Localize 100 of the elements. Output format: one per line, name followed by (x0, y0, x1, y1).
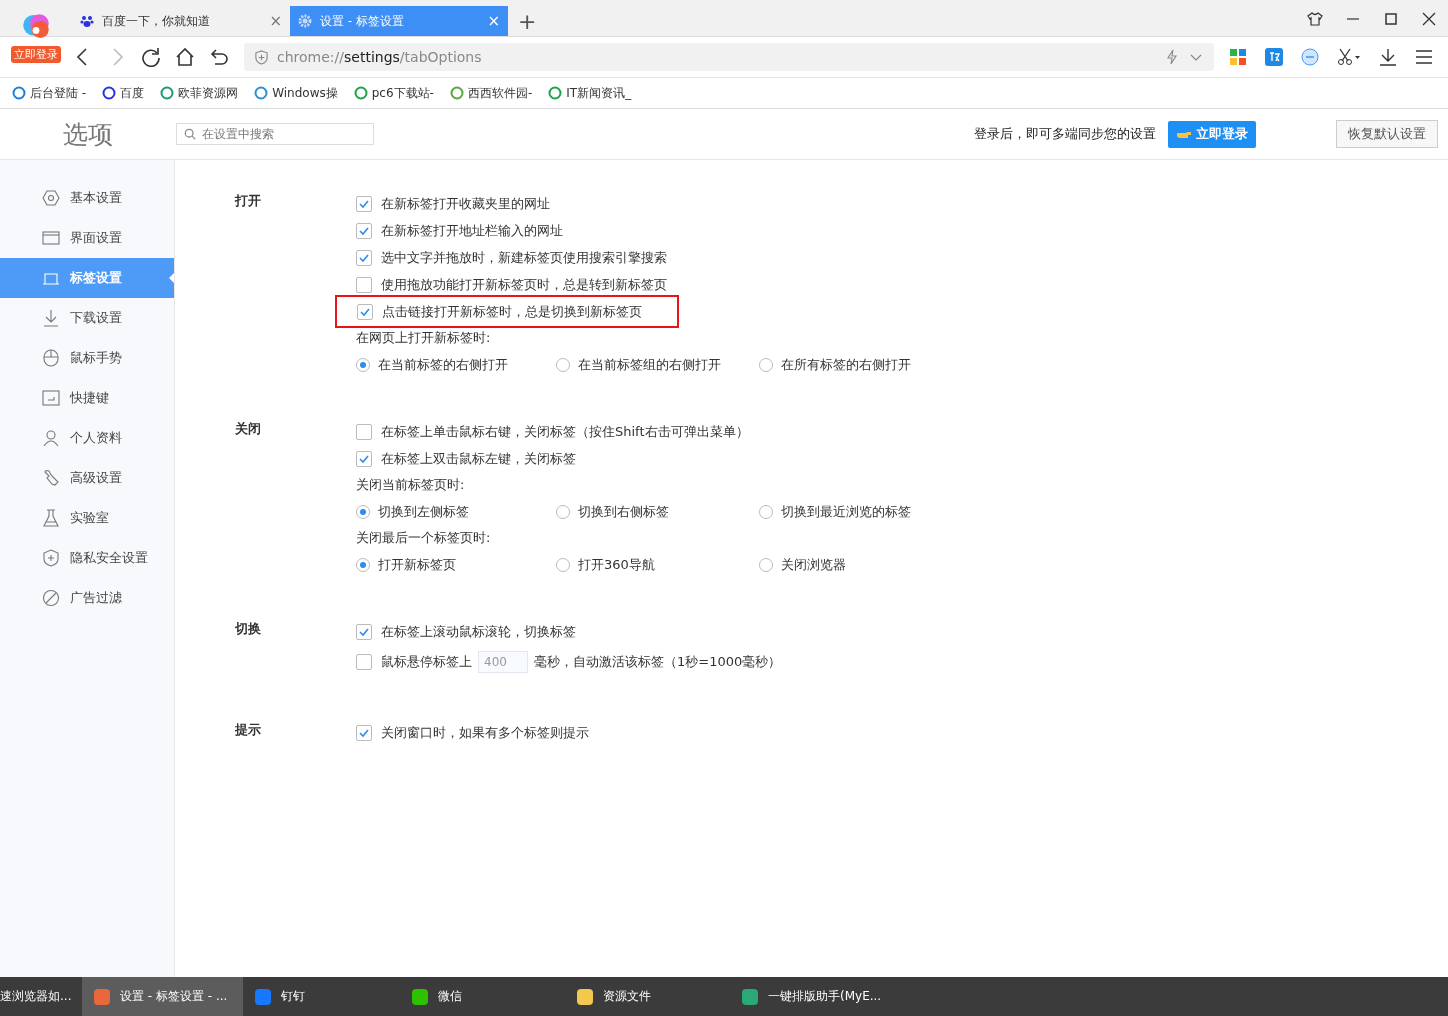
tab-title: 设置 - 标签设置 (320, 12, 405, 30)
menu-icon[interactable] (1415, 48, 1433, 66)
mouse-icon (42, 349, 60, 367)
checkbox[interactable] (356, 195, 372, 212)
bookmark-favicon-icon (102, 86, 117, 100)
bookmark-favicon-icon (548, 86, 563, 100)
checkbox[interactable] (356, 276, 372, 293)
bookmark-favicon-icon (449, 86, 464, 100)
bookmark-link[interactable]: 欧菲资源网 (160, 84, 239, 102)
section-title: 提示 (235, 721, 262, 739)
option-label: 切换到左侧标签 (378, 502, 469, 521)
person-icon (42, 429, 60, 447)
minus-circle-icon[interactable] (1301, 48, 1319, 66)
app-icon (92, 986, 112, 1007)
bookmark-favicon-icon (160, 86, 175, 100)
bookmark-link[interactable]: IT新闻资讯_ (548, 84, 632, 102)
sidebar-item[interactable]: 快捷键 (0, 378, 174, 418)
bookmark-link[interactable]: Windows操 (254, 84, 338, 102)
checkbox[interactable] (356, 724, 372, 741)
download-icon[interactable] (1379, 48, 1397, 66)
sidebar-item[interactable]: 鼠标手势 (0, 338, 174, 378)
app-icon (740, 986, 760, 1007)
app-icon (575, 986, 595, 1007)
sidebar-item[interactable]: 个人资料 (0, 418, 174, 458)
sidebar-item[interactable]: 高级设置 (0, 458, 174, 498)
option-label: 在当前标签组的右侧打开 (578, 355, 721, 374)
lightning-icon[interactable] (1164, 49, 1180, 65)
bookmark-favicon-icon (12, 86, 26, 100)
new-tab-button[interactable]: + (508, 9, 547, 36)
scissors-icon[interactable] (1337, 48, 1361, 66)
checkbox[interactable] (356, 623, 372, 640)
bookmark-link[interactable]: 百度 (102, 84, 145, 102)
page-title: 选项 (62, 118, 114, 151)
reset-defaults-button[interactable]: 恢复默认设置 (1336, 120, 1438, 148)
option-label: 在新标签打开地址栏输入的网址 (381, 221, 563, 240)
option-label: 鼠标悬停标签上 (381, 653, 472, 671)
home-icon[interactable] (175, 47, 195, 67)
flask-icon (42, 509, 60, 527)
translate-icon[interactable] (1265, 48, 1283, 66)
option-label: 在所有标签的右侧打开 (781, 355, 911, 374)
sidebar-item[interactable]: 广告过滤 (0, 578, 174, 618)
window-icon (42, 229, 60, 247)
shirt-icon[interactable] (1307, 11, 1323, 27)
option-caption: 关闭当前标签页时: (356, 476, 465, 494)
option-label: 打开360导航 (578, 555, 655, 574)
tab-title: 百度一下，你就知道 (102, 12, 211, 30)
option-caption: 在网页上打开新标签时: (356, 329, 491, 347)
gear-icon (298, 14, 312, 28)
option-label: 使用拖放功能打开新标签页时，总是转到新标签页 (381, 275, 667, 294)
taskbar-item[interactable]: 速浏览器如... (0, 977, 82, 1016)
app-icon (410, 986, 430, 1007)
option-label: 毫秒，自动激活该标签（1秒=1000毫秒） (534, 653, 782, 671)
bookmark-link[interactable]: pc6下载站- (353, 84, 434, 102)
search-field[interactable]: 在设置中搜索 (176, 123, 374, 145)
option-label: 选中文字并拖放时，新建标签页使用搜索引擎搜索 (381, 248, 667, 267)
section-title: 关闭 (235, 420, 262, 438)
taskbar-item[interactable]: 设置 - 标签设置 - ... (82, 977, 243, 1016)
sidebar-item[interactable]: 实验室 (0, 498, 174, 538)
reload-icon[interactable] (141, 47, 161, 67)
bookmark-link[interactable]: 后台登陆 - (12, 84, 87, 102)
bookmark-favicon-icon (353, 86, 368, 100)
block-icon (42, 589, 60, 607)
url-text: chrome://settings/tabOptions (277, 49, 482, 65)
option-label: 关闭浏览器 (781, 555, 846, 574)
taskbar-item[interactable]: 钉钉 (243, 977, 400, 1016)
paw-icon (80, 14, 94, 28)
checkbox[interactable] (356, 423, 372, 440)
taskbar-item[interactable]: 一键排版助手(MyE... (730, 977, 900, 1016)
option-label: 在标签上双击鼠标左键，关闭标签 (381, 449, 576, 468)
checkbox[interactable] (356, 654, 372, 670)
browser-tab[interactable]: 百度一下，你就知道 × (72, 6, 290, 36)
option-label: 关闭窗口时，如果有多个标签则提示 (381, 723, 589, 742)
sidebar-item[interactable]: 界面设置 (0, 218, 174, 258)
bookmark-favicon-icon (254, 86, 269, 100)
sidebar-item[interactable]: 基本设置 (0, 178, 174, 218)
address-bar[interactable]: chrome://settings/tabOptions (244, 43, 1214, 71)
wrench-icon (42, 469, 60, 487)
taskbar-item[interactable]: 微信 (400, 977, 565, 1016)
apps-grid-icon[interactable] (1229, 48, 1247, 66)
checkbox[interactable] (356, 450, 372, 467)
sidebar-item[interactable]: 下载设置 (0, 298, 174, 338)
option-label: 在标签上滚动鼠标滚轮，切换标签 (381, 622, 576, 641)
checkbox[interactable] (356, 249, 372, 266)
close-icon[interactable] (1421, 11, 1437, 27)
checkbox[interactable] (357, 303, 373, 320)
download-icon (42, 309, 60, 327)
close-tab-button[interactable]: × (269, 12, 282, 30)
undo-icon[interactable] (209, 47, 229, 67)
app-icon (253, 986, 273, 1007)
sidebar-item[interactable]: 隐私安全设置 (0, 538, 174, 578)
taskbar-item[interactable]: 资源文件 (565, 977, 730, 1016)
gear-icon (42, 189, 60, 207)
search-icon (184, 128, 196, 140)
maximize-icon[interactable] (1383, 11, 1399, 27)
shield-icon (254, 49, 269, 65)
option-label: 切换到最近浏览的标签 (781, 502, 911, 521)
checkbox[interactable] (356, 222, 372, 239)
bookmark-link[interactable]: 西西软件园- (449, 84, 533, 102)
option-label: 点击链接打开新标签时，总是切换到新标签页 (382, 302, 642, 321)
option-label: 在新标签打开收藏夹里的网址 (381, 194, 550, 213)
